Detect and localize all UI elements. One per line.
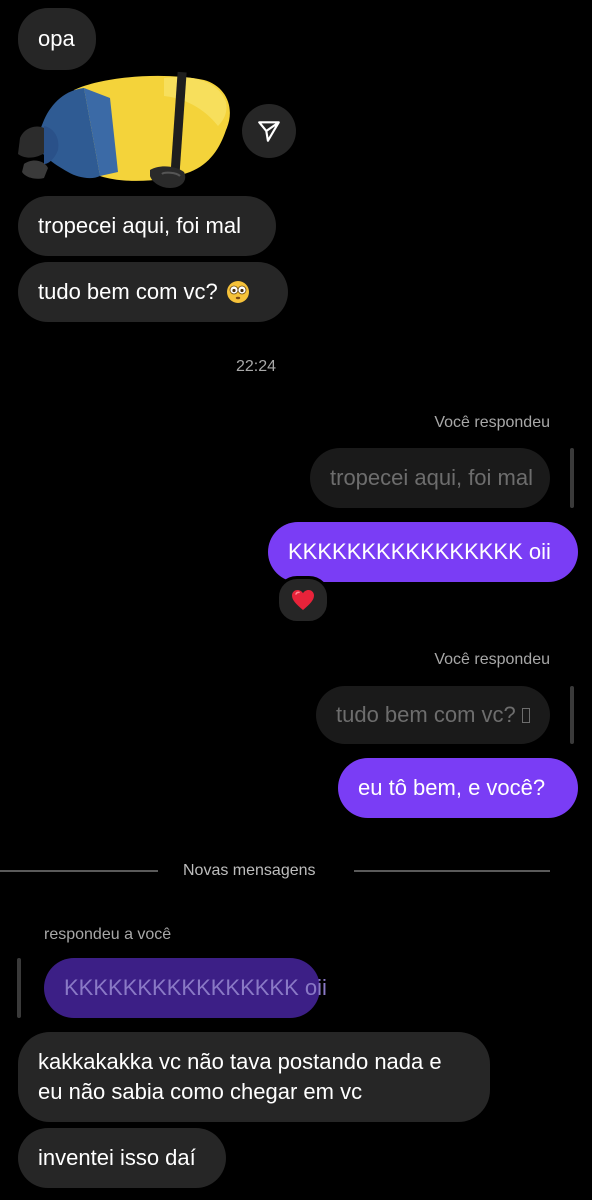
new-messages-divider: Novas mensagens [183,862,316,879]
message-bubble-incoming[interactable]: inventei isso daí [18,1128,226,1188]
reply-label: respondeu a você [44,926,172,943]
quote-bar [570,686,574,744]
quote-bar [570,448,574,508]
minion-sticker[interactable] [14,68,230,194]
message-bubble-incoming[interactable]: tropecei aqui, foi mal [18,196,276,256]
message-text: inventei isso daí [38,1145,196,1170]
message-text-line-1: kakkakakka vc não tava postando nada e [38,1049,442,1074]
message-bubble-outgoing[interactable]: eu tô bem, e você? [338,758,578,818]
divider-line-left [0,870,158,872]
message-bubble-incoming[interactable]: opa [18,8,96,70]
message-bubble-incoming[interactable]: tudo bem com vc? [18,262,288,322]
message-text-line-2: eu não sabia como chegar em vc [38,1079,363,1104]
quoted-message[interactable]: KKKKKKKKKKKKKKKK oii [44,958,327,1018]
reaction-badge[interactable] [276,576,330,624]
quoted-message[interactable]: tropecei aqui, foi mal [310,448,550,508]
quoted-text: KKKKKKKKKKKKKKKK oii [64,975,327,1000]
timestamp: 22:24 [235,358,277,375]
message-text: tropecei aqui, foi mal [38,213,241,238]
divider-line-right [354,870,550,872]
share-button[interactable] [242,104,296,158]
message-bubble-incoming[interactable]: kakkakakka vc não tava postando nada e e… [18,1032,490,1122]
reply-label: Você respondeu [434,414,550,431]
quoted-text: tudo bem com vc? [336,702,516,727]
message-text: tudo bem com vc? [38,279,218,304]
message-bubble-outgoing[interactable]: KKKKKKKKKKKKKKKK oii [268,522,578,582]
red-heart-emoji [292,590,314,610]
message-text: eu tô bem, e você? [358,775,546,800]
flushed-face-emoji [226,280,250,304]
quoted-message[interactable]: tudo bem com vc? [316,686,550,744]
reply-label: Você respondeu [434,651,550,668]
quoted-text: tropecei aqui, foi mal [330,465,533,490]
message-text: KKKKKKKKKKKKKKKK oii [288,539,551,564]
paper-plane-icon [258,121,280,142]
missing-emoji-glyph [521,707,530,723]
message-text: opa [38,26,75,51]
quote-bar [17,958,21,1018]
